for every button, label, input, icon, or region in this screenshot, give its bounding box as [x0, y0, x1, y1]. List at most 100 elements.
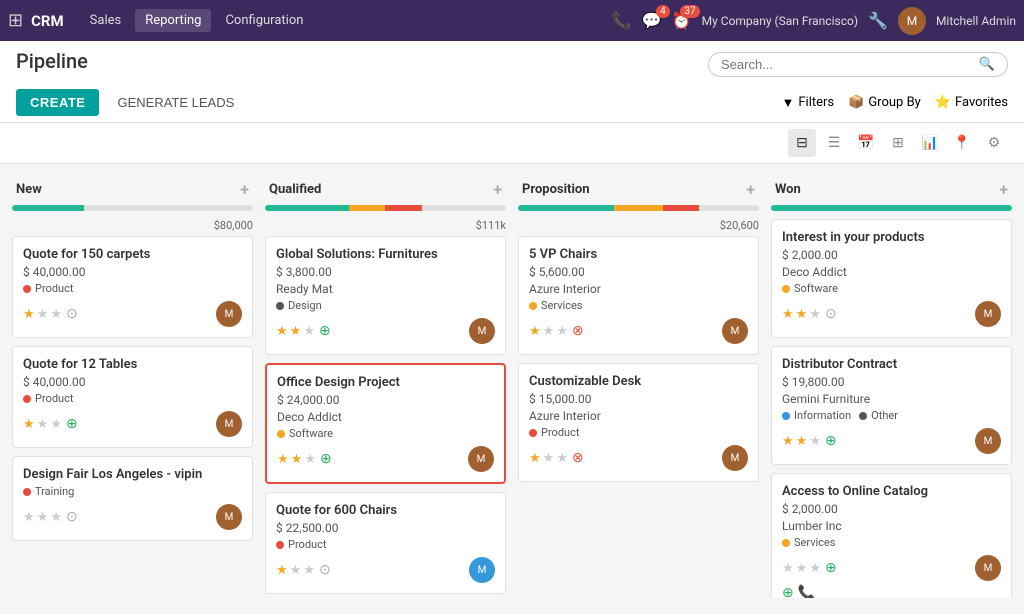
kanban-card[interactable]: 5 VP Chairs$ 5,600.00Azure InteriorServi…	[518, 236, 759, 355]
star-empty[interactable]: ★	[796, 561, 808, 576]
graph-view-icon[interactable]: 📊	[916, 129, 944, 157]
star-filled[interactable]: ★	[291, 452, 303, 467]
col-add-proposition[interactable]: +	[746, 180, 755, 199]
star-empty[interactable]: ★	[303, 324, 315, 339]
col-add-qualified[interactable]: +	[493, 180, 502, 199]
star-empty[interactable]: ★	[23, 510, 35, 525]
star-empty[interactable]: ★	[37, 417, 49, 432]
star-empty[interactable]: ★	[543, 451, 555, 466]
card-amount: $ 15,000.00	[529, 392, 748, 406]
kanban-card[interactable]: Access to Online Catalog$ 2,000.00Lumber…	[771, 473, 1012, 598]
star-filled[interactable]: ★	[796, 307, 808, 322]
card-footer: ★★★⊕M	[782, 428, 1001, 454]
filters-button[interactable]: ▼ Filters	[781, 95, 834, 111]
create-button[interactable]: CREATE	[16, 89, 99, 116]
col-add-won[interactable]: +	[999, 180, 1008, 199]
card-avatar: M	[469, 557, 495, 583]
kanban-card[interactable]: Quote for 150 carpets$ 40,000.00Product★…	[12, 236, 253, 338]
star-empty[interactable]: ★	[543, 324, 555, 339]
star-empty[interactable]: ★	[809, 307, 821, 322]
phone-action-icon[interactable]: ⊕	[782, 585, 794, 598]
kanban-card[interactable]: Customizable Desk$ 15,000.00Azure Interi…	[518, 363, 759, 482]
star-empty[interactable]: ★	[782, 561, 794, 576]
settings-view-icon[interactable]: ⚙	[980, 129, 1008, 157]
col-title-qualified: Qualified	[269, 182, 321, 197]
star-filled[interactable]: ★	[23, 307, 35, 322]
star-filled[interactable]: ★	[23, 417, 35, 432]
call-icon[interactable]: 📞	[798, 585, 815, 598]
star-filled[interactable]: ★	[277, 452, 289, 467]
card-stars[interactable]: ★★★	[782, 307, 821, 322]
card-stars[interactable]: ★★★	[782, 434, 821, 449]
kanban-card[interactable]: Global Solutions: Furnitures$ 3,800.00Re…	[265, 236, 506, 355]
username-label[interactable]: Mitchell Admin	[936, 14, 1016, 28]
generate-leads-button[interactable]: GENERATE LEADS	[107, 89, 244, 116]
card-stars[interactable]: ★★★	[276, 563, 315, 578]
card-avatar: M	[216, 504, 242, 530]
star-empty[interactable]: ★	[50, 417, 62, 432]
menu-sales[interactable]: Sales	[80, 9, 132, 32]
search-bar: 🔍	[708, 52, 1008, 77]
clock-icon[interactable]: ⏰ 37	[672, 11, 692, 30]
phone-icon[interactable]: 📞	[612, 11, 632, 30]
star-filled[interactable]: ★	[529, 324, 541, 339]
card-stars[interactable]: ★★★	[23, 510, 62, 525]
card-stars[interactable]: ★★★	[782, 561, 821, 576]
star-empty[interactable]: ★	[50, 510, 62, 525]
search-icon[interactable]: 🔍	[979, 57, 995, 72]
star-empty[interactable]: ★	[809, 434, 821, 449]
star-filled[interactable]: ★	[782, 307, 794, 322]
kanban-card[interactable]: Quote for 600 Chairs$ 22,500.00Product★★…	[265, 492, 506, 594]
card-stars[interactable]: ★★★	[23, 307, 62, 322]
star-filled[interactable]: ★	[782, 434, 794, 449]
star-empty[interactable]: ★	[290, 563, 302, 578]
col-amount-new: $80,000	[12, 219, 253, 236]
kanban-card[interactable]: Design Fair Los Angeles - vipinTraining★…	[12, 456, 253, 541]
apps-grid-icon[interactable]: ⊞	[8, 10, 23, 31]
kanban-view-icon[interactable]: ⊟	[788, 129, 816, 157]
avatar[interactable]: M	[898, 7, 926, 35]
star-filled[interactable]: ★	[276, 324, 288, 339]
kanban-card[interactable]: Distributor Contract$ 19,800.00Gemini Fu…	[771, 346, 1012, 465]
star-filled[interactable]: ★	[529, 451, 541, 466]
chat-icon[interactable]: 💬 4	[642, 11, 662, 30]
star-filled[interactable]: ★	[276, 563, 288, 578]
kanban-card[interactable]: Quote for 12 Tables$ 40,000.00Product★★★…	[12, 346, 253, 448]
action-toolbar: CREATE GENERATE LEADS ▼ Filters 📦 Group …	[16, 83, 1008, 122]
wrench-icon[interactable]: 🔧	[868, 11, 888, 30]
calendar-view-icon[interactable]: 📅	[852, 129, 880, 157]
card-title: Interest in your products	[782, 230, 1001, 245]
map-view-icon[interactable]: 📍	[948, 129, 976, 157]
search-input[interactable]	[721, 57, 979, 72]
star-empty[interactable]: ★	[303, 563, 315, 578]
star-empty[interactable]: ★	[304, 452, 316, 467]
kanban-col-qualified: Qualified+$111kGlobal Solutions: Furnitu…	[259, 176, 512, 598]
star-empty[interactable]: ★	[809, 561, 821, 576]
card-stars[interactable]: ★★★	[23, 417, 62, 432]
brand-label[interactable]: CRM	[31, 12, 64, 30]
card-stars[interactable]: ★★★	[276, 324, 315, 339]
groupby-button[interactable]: 📦 Group By	[848, 95, 921, 110]
list-view-icon[interactable]: ☰	[820, 129, 848, 157]
star-empty[interactable]: ★	[37, 307, 49, 322]
star-filled[interactable]: ★	[290, 324, 302, 339]
star-filled[interactable]: ★	[796, 434, 808, 449]
kanban-card[interactable]: Interest in your products$ 2,000.00Deco …	[771, 219, 1012, 338]
col-amount-proposition: $20,600	[518, 219, 759, 236]
card-stars[interactable]: ★★★	[529, 324, 568, 339]
company-selector[interactable]: My Company (San Francisco)	[702, 14, 858, 28]
star-empty[interactable]: ★	[556, 451, 568, 466]
col-title-won: Won	[775, 182, 801, 197]
favorites-button[interactable]: ⭐ Favorites	[935, 95, 1008, 110]
menu-configuration[interactable]: Configuration	[215, 9, 313, 32]
star-empty[interactable]: ★	[37, 510, 49, 525]
star-empty[interactable]: ★	[556, 324, 568, 339]
col-add-new[interactable]: +	[240, 180, 249, 199]
kanban-card[interactable]: Office Design Project$ 24,000.00Deco Add…	[265, 363, 506, 484]
menu-reporting[interactable]: Reporting	[135, 9, 211, 32]
pivot-view-icon[interactable]: ⊞	[884, 129, 912, 157]
card-avatar: M	[469, 318, 495, 344]
star-empty[interactable]: ★	[50, 307, 62, 322]
card-stars[interactable]: ★★★	[277, 452, 316, 467]
card-stars[interactable]: ★★★	[529, 451, 568, 466]
